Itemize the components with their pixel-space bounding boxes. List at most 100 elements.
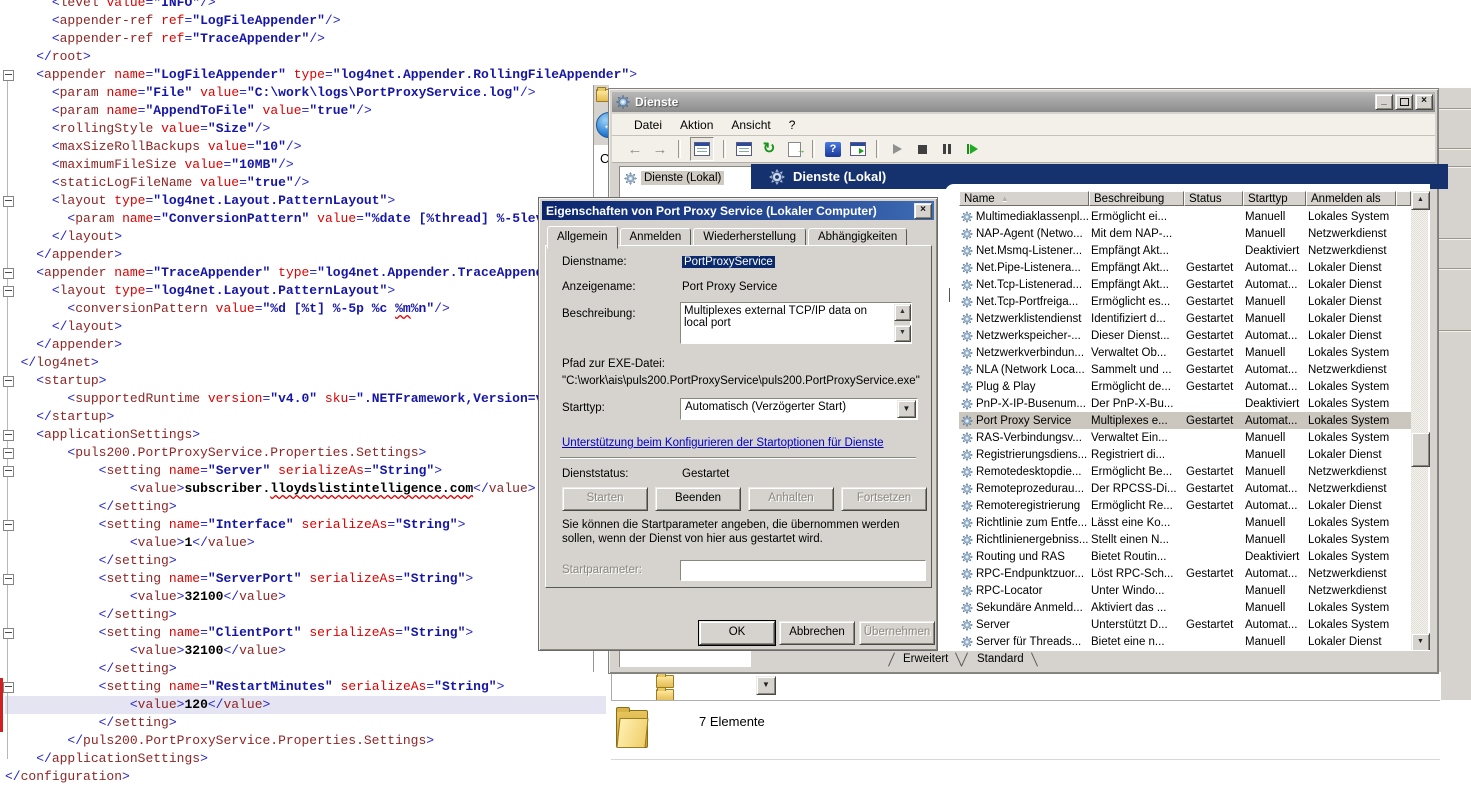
forward-icon[interactable]: → xyxy=(651,140,669,158)
collapse-toggle-icon[interactable] xyxy=(3,520,14,531)
service-row[interactable]: Richtlinie zum Entfe...Lässt eine Ko...M… xyxy=(959,514,1411,531)
code-line[interactable]: <appender-ref ref="TraceAppender"/> xyxy=(5,30,606,48)
collapse-toggle-icon[interactable] xyxy=(3,376,14,387)
code-line[interactable]: </setting> xyxy=(5,552,606,570)
collapse-toggle-icon[interactable] xyxy=(3,448,14,459)
service-row[interactable]: Port Proxy ServiceMultiplexes e...Gestar… xyxy=(959,412,1411,429)
service-row[interactable]: Server für Threads...Bietet eine n...Man… xyxy=(959,633,1411,650)
column-header-beschreibung[interactable]: Beschreibung xyxy=(1089,191,1184,206)
beenden-button[interactable]: Beenden xyxy=(655,487,741,511)
code-line[interactable]: </setting> xyxy=(5,714,606,732)
column-header-status[interactable]: Status xyxy=(1184,191,1243,206)
stop-service-icon[interactable] xyxy=(913,140,931,158)
service-row[interactable]: Net.Msmq-Listener...Empfängt Akt...Deakt… xyxy=(959,242,1411,259)
code-line[interactable]: <value>32100</value> xyxy=(5,642,606,660)
code-line[interactable]: <layout type="log4net.Layout.PatternLayo… xyxy=(5,192,606,210)
code-line[interactable]: <value>120</value> xyxy=(5,696,606,714)
collapse-toggle-icon[interactable] xyxy=(3,682,14,693)
collapse-toggle-icon[interactable] xyxy=(3,466,14,477)
code-line[interactable]: </log4net> xyxy=(5,354,606,372)
code-line[interactable]: </setting> xyxy=(5,498,606,516)
startparameter-input[interactable] xyxy=(680,560,926,581)
back-icon[interactable]: ← xyxy=(626,140,644,158)
abbrechen-button[interactable]: Abbrechen xyxy=(779,621,855,645)
code-line[interactable]: </appender> xyxy=(5,246,606,264)
menu-item-datei[interactable]: Datei xyxy=(634,118,662,132)
scroll-down-icon[interactable]: ▼ xyxy=(894,325,911,342)
code-line[interactable]: <supportedRuntime version="v4.0" sku=".N… xyxy=(5,390,606,408)
service-row[interactable]: ServerUnterstützt D...GestartetAutomat..… xyxy=(959,616,1411,633)
vertical-scrollbar[interactable]: ▲ ▼ xyxy=(1411,191,1428,650)
code-line[interactable]: <value>subscriber.lloydslistintelligence… xyxy=(5,480,606,498)
code-line[interactable]: <param name="ConversionPattern" value="%… xyxy=(5,210,606,228)
maximize-button[interactable] xyxy=(1395,94,1413,110)
code-line[interactable]: </setting> xyxy=(5,660,606,678)
tab-allgemein[interactable]: Allgemein xyxy=(547,226,618,249)
code-line[interactable]: <staticLogFileName value="true"/> xyxy=(5,174,606,192)
code-line[interactable]: </root> xyxy=(5,48,606,66)
service-row[interactable]: Registrierungsdiens...Registriert di...M… xyxy=(959,446,1411,463)
code-line[interactable]: <setting name="ClientPort" serializeAs="… xyxy=(5,624,606,642)
service-row[interactable]: RAS-Verbindungsv...Verwaltet Ein...Manue… xyxy=(959,429,1411,446)
start-service-icon[interactable] xyxy=(888,140,906,158)
service-row[interactable]: Net.Tcp-Portfreiga...Ermöglicht es...Ges… xyxy=(959,293,1411,310)
code-line[interactable]: <appender-ref ref="LogFileAppender"/> xyxy=(5,12,606,30)
restart-service-icon[interactable] xyxy=(963,140,981,158)
collapse-toggle-icon[interactable] xyxy=(3,430,14,441)
starttyp-combobox[interactable]: Automatisch (Verzögerter Start) ▼ xyxy=(680,398,918,420)
service-row[interactable]: NetzwerklistendienstIdentifiziert d...Ge… xyxy=(959,310,1411,327)
code-line[interactable]: <appender name="TraceAppender" type="log… xyxy=(5,264,606,282)
service-row[interactable]: RPC-LocatorUnter Windo...ManuellNetzwerk… xyxy=(959,582,1411,599)
code-line[interactable]: <applicationSettings> xyxy=(5,426,606,444)
collapse-toggle-icon[interactable] xyxy=(3,286,14,297)
service-row[interactable]: NAP-Agent (Netwo...Mit dem NAP-...Manuel… xyxy=(959,225,1411,242)
code-line[interactable]: </configuration> xyxy=(5,768,606,786)
collapse-toggle-icon[interactable] xyxy=(3,196,14,207)
code-line[interactable]: <param name="AppendToFile" value="true"/… xyxy=(5,102,606,120)
ok-button[interactable]: OK xyxy=(699,621,775,645)
service-row[interactable]: PnP-X-IP-Busenum...Der PnP-X-Bu...Deakti… xyxy=(959,395,1411,412)
collapse-toggle-icon[interactable] xyxy=(3,574,14,585)
collapse-toggle-icon[interactable] xyxy=(3,628,14,639)
code-line[interactable]: <appender name="LogFileAppender" type="l… xyxy=(5,66,606,84)
service-row[interactable]: Net.Pipe-Listenera...Empfängt Akt...Gest… xyxy=(959,259,1411,276)
code-line[interactable]: <level value="INFO"/> xyxy=(5,0,606,12)
code-line[interactable]: <setting name="Interface" serializeAs="S… xyxy=(5,516,606,534)
code-line[interactable]: <conversionPattern value="%d [%t] %-5p %… xyxy=(5,300,606,318)
column-header-starttyp[interactable]: Starttyp xyxy=(1243,191,1306,206)
scroll-up-icon[interactable]: ▲ xyxy=(1411,191,1430,210)
service-row[interactable]: Netzwerkspeicher-...Dieser Dienst...Gest… xyxy=(959,327,1411,344)
pause-service-icon[interactable] xyxy=(938,140,956,158)
scrollbar-thumb[interactable] xyxy=(1411,432,1430,467)
dialog-titlebar[interactable]: Eigenschaften von Port Proxy Service (Lo… xyxy=(542,201,934,220)
service-row[interactable]: RPC-Endpunktzuor...Löst RPC-Sch...Gestar… xyxy=(959,565,1411,582)
beschreibung-textarea[interactable]: Multiplexes external TCP/IP data on loca… xyxy=(680,302,912,344)
code-line[interactable]: </applicationSettings> xyxy=(5,750,606,768)
code-line[interactable]: <param name="File" value="C:\work\logs\P… xyxy=(5,84,606,102)
services-titlebar[interactable]: Dienste _ × xyxy=(612,92,1435,112)
code-line[interactable]: </appender> xyxy=(5,336,606,354)
chevron-down-icon[interactable]: ▼ xyxy=(756,676,776,695)
service-row[interactable]: Netzwerkverbindun...Verwaltet Ob...Gesta… xyxy=(959,344,1411,361)
service-row[interactable]: Richtlinienergebniss...Stellt einen N...… xyxy=(959,531,1411,548)
close-button[interactable]: × xyxy=(1415,94,1433,110)
service-row[interactable]: Remoteprozedurau...Der RPCSS-Di...Gestar… xyxy=(959,480,1411,497)
code-line[interactable]: <rollingStyle value="Size"/> xyxy=(5,120,606,138)
code-line[interactable]: </puls200.PortProxyService.Properties.Se… xyxy=(5,732,606,750)
service-row[interactable]: NLA (Network Loca...Sammelt und ...Gesta… xyxy=(959,361,1411,378)
code-lines[interactable]: <level value="INFO"/> <appender-ref ref=… xyxy=(5,0,606,786)
menu-item-ansicht[interactable]: Ansicht xyxy=(731,118,770,132)
startoptionen-help-link[interactable]: Unterstützung beim Konfigurieren der Sta… xyxy=(562,437,884,449)
code-line[interactable]: <setting name="ServerPort" serializeAs="… xyxy=(5,570,606,588)
column-header-name[interactable]: Name▲ xyxy=(959,191,1089,206)
service-row[interactable]: Plug & PlayErmöglicht de...GestartetAuto… xyxy=(959,378,1411,395)
code-line[interactable]: </startup> xyxy=(5,408,606,426)
collapse-toggle-icon[interactable] xyxy=(3,70,14,81)
code-line[interactable]: <startup> xyxy=(5,372,606,390)
textarea-scrollbar[interactable]: ▲ ▼ xyxy=(894,304,910,342)
service-row[interactable]: Remotedesktopdie...Ermöglicht Be...Gesta… xyxy=(959,463,1411,480)
tab-erweitert[interactable]: Erweitert xyxy=(903,653,948,665)
service-row[interactable]: Sekundäre Anmeld...Aktiviert das ...Manu… xyxy=(959,599,1411,616)
help-icon[interactable]: ? xyxy=(824,140,842,158)
code-line[interactable]: </layout> xyxy=(5,228,606,246)
